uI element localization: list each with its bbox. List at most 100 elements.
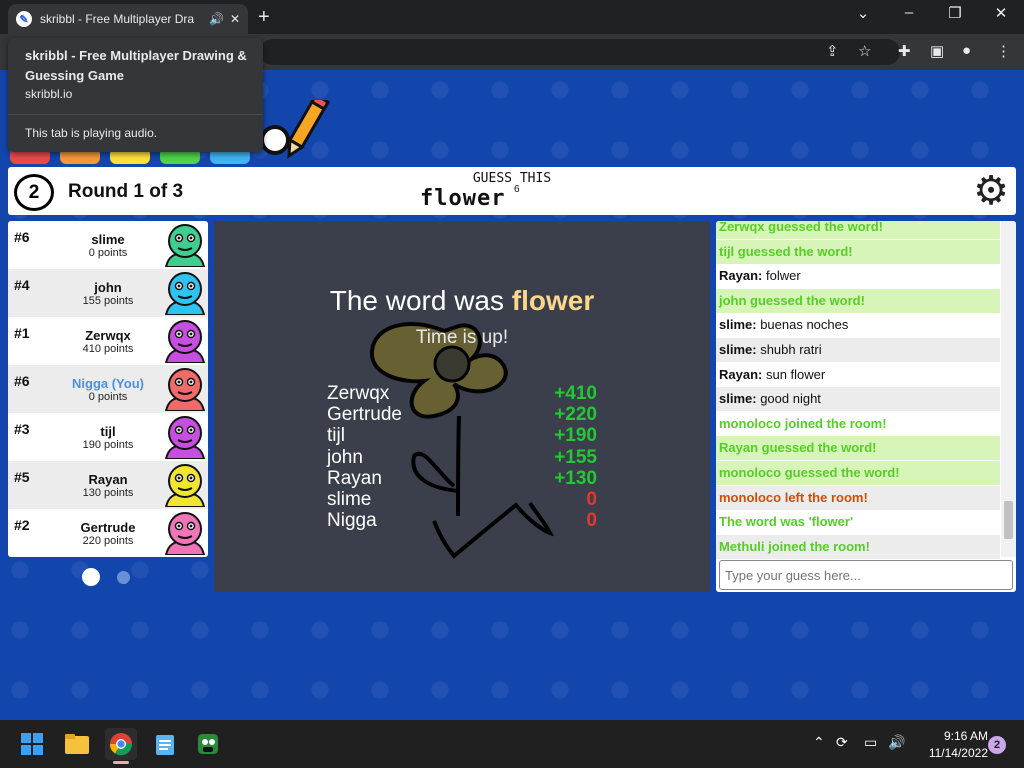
player-avatar <box>164 320 206 363</box>
tab-search-icon[interactable]: ⌄ <box>848 4 878 22</box>
profile-icon[interactable]: ● <box>962 42 971 59</box>
player-name: slime <box>91 232 125 247</box>
volume-icon[interactable]: 🔊 <box>888 734 905 751</box>
chat-text: buenas noches <box>756 317 849 333</box>
player-row[interactable]: #6 slime 0 points <box>8 221 208 269</box>
chat-message: Rayan guessed the word! <box>716 436 1000 461</box>
chat-message: monoloco guessed the word! <box>716 461 1000 485</box>
chat-message: slime: shubh ratri <box>716 338 1000 362</box>
extensions-icon[interactable]: ✚ <box>898 42 911 60</box>
score-row: Nigga 0 <box>327 510 597 531</box>
player-points: 410 points <box>82 343 134 355</box>
chrome-active-indicator <box>113 761 129 764</box>
game-app-icon[interactable] <box>192 728 224 760</box>
chat-message: slime: buenas noches <box>716 313 1000 338</box>
player-name: tijl <box>100 424 116 439</box>
score-value: +130 <box>554 467 597 489</box>
tab-hover-card: skribbl - Free Multiplayer Drawing & Gue… <box>8 38 263 152</box>
notepad-icon[interactable] <box>149 728 181 760</box>
player-row[interactable]: #5 Rayan 130 points <box>8 461 208 509</box>
browser-tabstrip: ✎ skribbl - Free Multiplayer Dra 🔊 ✕ + ⌄… <box>0 0 1024 34</box>
chat-message: The word was 'flower' <box>716 510 1000 535</box>
score-row: slime 0 <box>327 489 597 510</box>
chat-message: monoloco joined the room! <box>716 411 1000 436</box>
side-panel-icon[interactable]: ▣ <box>930 42 944 60</box>
guess-input[interactable] <box>719 560 1013 590</box>
player-points: 220 points <box>82 535 134 547</box>
chat-text: monoloco guessed the word! <box>719 465 900 480</box>
drawing-canvas[interactable]: The word was flower Time is up! Zerwqx +4… <box>214 221 710 592</box>
chat-user: slime: <box>719 391 757 407</box>
player-row[interactable]: #1 Zerwqx 410 points <box>8 317 208 365</box>
new-tab-button[interactable]: + <box>258 6 270 29</box>
chat-scrollbar[interactable] <box>1001 221 1016 557</box>
result-subtitle: Time is up! <box>415 327 509 348</box>
share-icon[interactable]: ⇪ <box>826 42 839 60</box>
show-hidden-icons-chevron-icon[interactable]: ⌃ <box>813 734 825 751</box>
score-player-name: Rayan <box>327 467 382 489</box>
result-title: The word was flower <box>214 285 710 317</box>
start-windows-icon[interactable] <box>16 728 48 760</box>
score-row: Gertrude +220 <box>327 404 597 425</box>
hover-card-url: skribbl.io <box>25 87 73 101</box>
browser-tab[interactable]: ✎ skribbl - Free Multiplayer Dra 🔊 ✕ <box>8 4 248 34</box>
player-points: 190 points <box>82 439 134 451</box>
score-value: +155 <box>554 446 597 468</box>
player-name: Rayan <box>88 472 128 487</box>
chat-scrollbar-thumb[interactable] <box>1004 501 1013 539</box>
player-row[interactable]: #2 Gertrude 220 points <box>8 509 208 557</box>
chat-text: monoloco joined the room! <box>719 415 887 431</box>
player-points: 130 points <box>82 487 134 499</box>
player-avatar <box>164 224 206 267</box>
tab-title: skribbl - Free Multiplayer Dra <box>40 12 195 26</box>
chat-panel: Zerwqx guessed the word! tijl guessed the… <box>716 221 1016 592</box>
player-name: Gertrude <box>80 520 136 535</box>
settings-gear-icon[interactable]: ⚙ <box>970 170 1012 212</box>
chat-text: Methuli joined the room! <box>719 538 870 554</box>
minimize-button[interactable]: – <box>894 4 924 21</box>
taskbar-date[interactable]: 11/14/2022 <box>918 746 988 760</box>
page-dot[interactable] <box>117 571 130 584</box>
file-explorer-icon[interactable] <box>61 728 93 760</box>
sync-icon[interactable]: ⟳ <box>836 734 848 751</box>
skribbl-favicon-icon: ✎ <box>16 11 32 27</box>
notification-badge[interactable]: 2 <box>988 736 1006 754</box>
player-points: 0 points <box>88 391 128 403</box>
result-prefix: The word was <box>329 285 505 316</box>
speaker-icon[interactable]: 🔊 <box>209 12 224 26</box>
menu-kebab-icon[interactable]: ⋮ <box>996 42 1011 60</box>
hover-card-divider <box>8 114 263 115</box>
player-rank: #6 <box>14 373 30 389</box>
chat-text: sun flower <box>762 366 826 382</box>
player-rank: #2 <box>14 517 30 533</box>
player-name: Zerwqx <box>85 328 131 343</box>
chat-message: tijl guessed the word! <box>716 239 1000 264</box>
bookmark-star-icon[interactable]: ☆ <box>858 42 871 60</box>
score-player-name: Gertrude <box>327 404 402 426</box>
player-points: 0 points <box>88 247 128 259</box>
player-avatar <box>164 368 206 411</box>
page-dot-active[interactable] <box>82 568 100 586</box>
chat-text: monoloco left the room! <box>719 489 868 505</box>
player-row[interactable]: #3 tijl 190 points <box>8 413 208 461</box>
game-header: 2 Round 1 of 3 GUESS THIS flower 6 ⚙ <box>8 167 1016 215</box>
tab-close-icon[interactable]: ✕ <box>230 12 240 26</box>
network-icon[interactable]: ▭ <box>864 734 877 751</box>
taskbar-time[interactable]: 9:16 AM <box>918 729 988 743</box>
score-row: john +155 <box>327 447 597 468</box>
player-row[interactable]: #6 Nigga (You) 0 points <box>8 365 208 413</box>
player-name: john <box>94 280 122 295</box>
chat-text: Rayan guessed the word! <box>719 440 877 456</box>
score-player-name: tijl <box>327 425 345 447</box>
hover-card-audio-status: This tab is playing audio. <box>25 126 158 140</box>
player-row[interactable]: #4 john 155 points <box>8 269 208 317</box>
score-player-name: slime <box>327 489 372 510</box>
windows-taskbar: ⌃ ⟳ ▭ 🔊 9:16 AM 11/14/2022 <box>0 720 1024 768</box>
score-value: 0 <box>586 510 597 532</box>
address-bar[interactable] <box>260 39 900 65</box>
close-window-button[interactable]: ✕ <box>986 4 1016 22</box>
chrome-icon[interactable] <box>105 728 137 760</box>
guess-this-label: GUESS THIS <box>472 171 552 186</box>
restore-button[interactable]: ❐ <box>940 4 970 22</box>
hover-card-title: skribbl - Free Multiplayer Drawing & Gue… <box>25 48 247 83</box>
